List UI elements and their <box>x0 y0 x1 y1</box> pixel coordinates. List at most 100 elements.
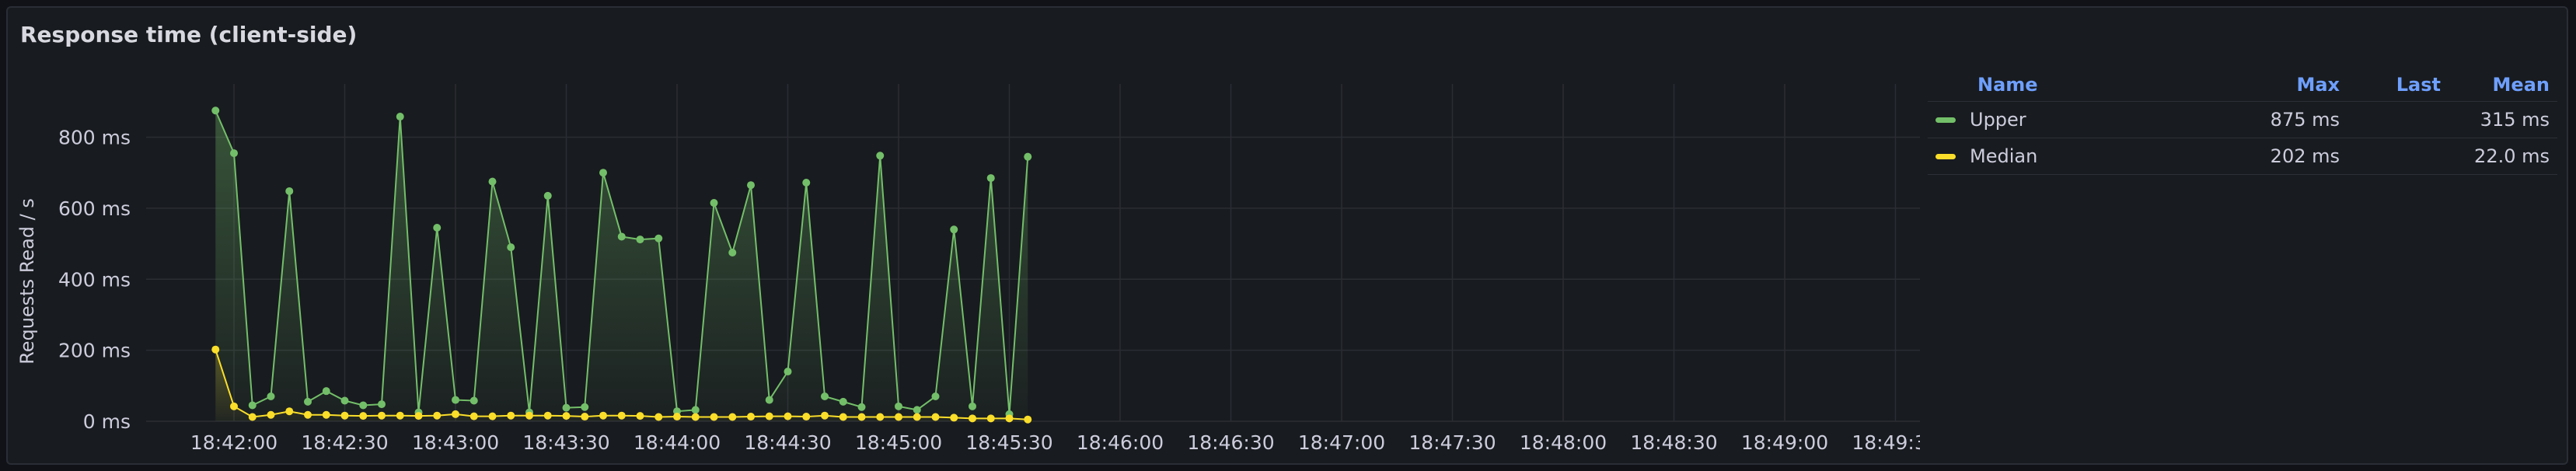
data-point-median[interactable] <box>581 413 589 421</box>
data-point-upper[interactable] <box>876 152 885 160</box>
legend-label-median[interactable]: Median <box>1970 145 2037 167</box>
x-tick-label: 18:43:00 <box>412 431 499 454</box>
data-point-median[interactable] <box>895 413 902 421</box>
legend-row-median[interactable]: Median 202 ms 22.0 ms <box>1928 138 2557 175</box>
data-point-upper[interactable] <box>340 396 349 405</box>
data-point-upper[interactable] <box>469 396 478 405</box>
data-point-median[interactable] <box>599 411 607 420</box>
legend-header-max[interactable]: Max <box>2262 74 2340 96</box>
data-point-upper[interactable] <box>913 406 921 414</box>
data-point-median[interactable] <box>433 411 442 420</box>
data-point-median[interactable] <box>636 412 644 420</box>
data-point-median[interactable] <box>230 402 238 410</box>
data-point-upper[interactable] <box>802 179 811 187</box>
data-point-median[interactable] <box>617 411 626 420</box>
data-point-median[interactable] <box>802 413 811 421</box>
data-point-median[interactable] <box>765 412 773 420</box>
data-point-upper[interactable] <box>821 392 829 401</box>
data-point-median[interactable] <box>839 413 847 421</box>
data-point-upper[interactable] <box>599 169 607 177</box>
data-point-median[interactable] <box>986 414 995 423</box>
data-point-upper[interactable] <box>636 236 644 244</box>
data-point-median[interactable] <box>821 411 829 420</box>
data-point-median[interactable] <box>469 412 478 420</box>
legend-header-last[interactable]: Last <box>2340 74 2441 96</box>
data-point-median[interactable] <box>969 414 976 423</box>
data-point-upper[interactable] <box>950 225 958 234</box>
data-point-upper[interactable] <box>396 113 404 121</box>
data-point-upper[interactable] <box>857 403 866 411</box>
x-tick-label: 18:44:00 <box>634 431 721 454</box>
data-point-median[interactable] <box>913 413 921 421</box>
data-point-median[interactable] <box>1005 414 1014 423</box>
data-point-median[interactable] <box>728 413 737 421</box>
data-point-upper[interactable] <box>728 249 737 256</box>
y-tick-label: 0 ms <box>83 410 131 433</box>
data-point-median[interactable] <box>507 411 515 420</box>
data-point-upper[interactable] <box>931 392 940 401</box>
data-point-median[interactable] <box>691 413 700 421</box>
data-point-upper[interactable] <box>267 392 275 401</box>
data-point-upper[interactable] <box>747 181 755 190</box>
data-point-median[interactable] <box>784 412 792 420</box>
data-point-upper[interactable] <box>378 400 386 409</box>
y-tick-label: 800 ms <box>58 127 131 149</box>
data-point-upper[interactable] <box>359 401 368 410</box>
data-point-median[interactable] <box>1024 415 1032 424</box>
data-point-upper[interactable] <box>895 402 902 410</box>
data-point-upper[interactable] <box>691 406 700 414</box>
data-point-median[interactable] <box>562 412 571 420</box>
data-point-upper[interactable] <box>488 177 497 186</box>
data-point-median[interactable] <box>673 413 681 421</box>
data-point-median[interactable] <box>267 410 275 419</box>
data-point-median[interactable] <box>857 413 866 421</box>
data-point-upper[interactable] <box>433 224 442 232</box>
data-point-median[interactable] <box>710 413 718 421</box>
data-point-upper[interactable] <box>710 199 718 208</box>
data-point-median[interactable] <box>654 413 663 421</box>
data-point-median[interactable] <box>396 411 404 420</box>
data-point-upper[interactable] <box>654 234 663 242</box>
data-point-median[interactable] <box>525 411 533 420</box>
data-point-median[interactable] <box>340 411 349 420</box>
data-point-median[interactable] <box>747 413 755 421</box>
data-point-median[interactable] <box>488 412 497 420</box>
legend-header-mean[interactable]: Mean <box>2441 74 2557 96</box>
data-point-median[interactable] <box>931 413 940 421</box>
data-point-upper[interactable] <box>507 243 515 252</box>
data-point-median[interactable] <box>452 410 459 418</box>
data-point-upper[interactable] <box>543 191 552 200</box>
data-point-median[interactable] <box>543 411 552 420</box>
data-point-median[interactable] <box>211 345 220 354</box>
data-point-upper[interactable] <box>765 396 773 404</box>
x-tick-label: 18:45:30 <box>965 431 1052 454</box>
data-point-upper[interactable] <box>581 403 589 411</box>
legend-label-upper[interactable]: Upper <box>1970 109 2026 131</box>
data-point-upper[interactable] <box>839 397 847 406</box>
data-point-median[interactable] <box>248 413 257 421</box>
data-point-upper[interactable] <box>211 106 220 115</box>
data-point-median[interactable] <box>876 413 885 421</box>
data-point-upper[interactable] <box>784 368 792 376</box>
data-point-median[interactable] <box>378 411 386 420</box>
data-point-upper[interactable] <box>304 397 312 406</box>
data-point-median[interactable] <box>414 412 423 420</box>
data-point-upper[interactable] <box>969 402 976 410</box>
data-point-median[interactable] <box>304 410 312 419</box>
data-point-median[interactable] <box>950 413 958 422</box>
data-point-upper[interactable] <box>230 149 238 158</box>
data-point-upper[interactable] <box>452 396 459 404</box>
legend-row-upper[interactable]: Upper 875 ms 315 ms <box>1928 102 2557 138</box>
data-point-upper[interactable] <box>986 174 995 183</box>
data-point-upper[interactable] <box>1024 152 1032 161</box>
data-point-median[interactable] <box>322 410 330 419</box>
data-point-upper[interactable] <box>617 232 626 241</box>
data-point-median[interactable] <box>285 407 294 416</box>
y-tick-label: 400 ms <box>58 268 131 291</box>
data-point-upper[interactable] <box>285 187 294 195</box>
legend-header-name[interactable]: Name <box>1928 74 2262 96</box>
data-point-upper[interactable] <box>322 387 330 396</box>
data-point-upper[interactable] <box>562 403 571 412</box>
data-point-upper[interactable] <box>248 401 257 410</box>
data-point-median[interactable] <box>359 412 368 420</box>
